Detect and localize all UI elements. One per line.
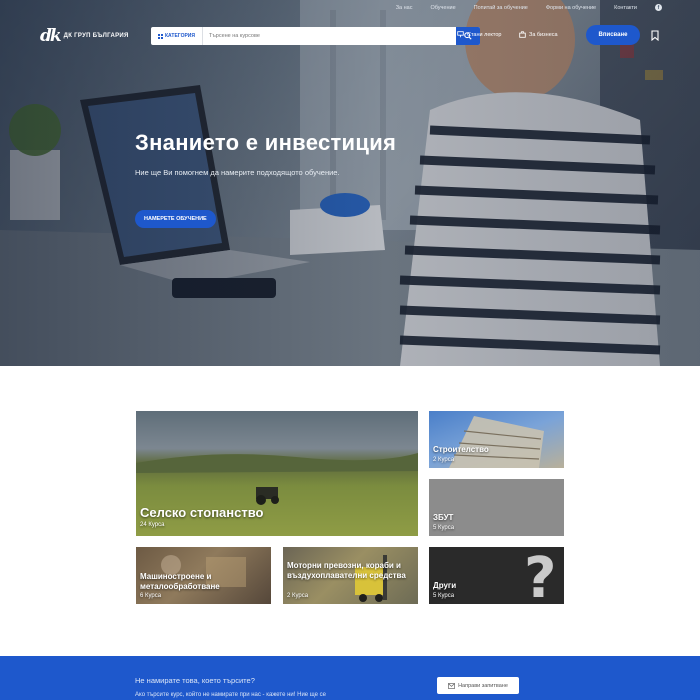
contact-question: Не намирате това, което търсите?: [135, 676, 255, 685]
category-course-count: 24 Курса: [140, 522, 165, 528]
hero-title: Знанието е инвестиция: [135, 130, 397, 155]
category-tile-machine-building[interactable]: Машиностроене и металообработване 6 Курс…: [136, 547, 271, 604]
category-title: Машиностроене и металообработване: [140, 572, 220, 591]
category-course-count: 2 Курса: [433, 457, 455, 463]
make-inquiry-label: Направи запитване: [458, 682, 508, 689]
for-business-label: За бизнеса: [529, 31, 558, 38]
category-title: Строителство: [433, 445, 489, 454]
category-tile-construction[interactable]: Строителство 2 Курса: [429, 411, 564, 468]
topbar-link-about[interactable]: За нас: [396, 5, 413, 11]
category-title: Други: [433, 581, 457, 590]
topbar-link-ask-training[interactable]: Попитай за обучение: [474, 5, 528, 11]
top-utility-bar: За нас Обучение Попитай за обучение Форм…: [396, 4, 662, 11]
presentation-icon: [457, 31, 464, 38]
hero-subtitle: Ние ще Ви помогнем да намерите подходящо…: [135, 168, 340, 177]
main-navbar: dk ДК ГРУП БЪЛГАРИЯ КАТЕГОРИЯ Стани лект…: [40, 25, 660, 46]
hero-overlay: [0, 0, 700, 366]
logo-mark: dk: [40, 25, 62, 46]
category-label: КАТЕГОРИЯ: [165, 33, 195, 39]
become-teacher-link[interactable]: Стани лектор: [457, 31, 501, 38]
logo-text: ДК ГРУП БЪЛГАРИЯ: [63, 33, 129, 39]
category-course-count: 2 Курса: [287, 593, 309, 599]
become-teacher-label: Стани лектор: [467, 31, 502, 38]
contact-band: Не намирате това, което търсите? Ако тър…: [0, 656, 700, 700]
category-tile-agriculture[interactable]: Селско стопанство 24 Курса: [136, 411, 418, 536]
topbar-link-contacts[interactable]: Контакти: [614, 5, 637, 11]
category-tile-motor-vehicles[interactable]: Моторни превозни, кораби и въздухоплават…: [283, 547, 418, 604]
briefcase-icon: [519, 31, 526, 38]
category-dropdown[interactable]: КАТЕГОРИЯ: [151, 27, 203, 45]
facebook-icon[interactable]: f: [655, 4, 662, 11]
grid-icon: [158, 33, 163, 39]
for-business-link[interactable]: За бизнеса: [519, 31, 558, 38]
topbar-link-training[interactable]: Обучение: [430, 5, 455, 11]
category-tile-other[interactable]: ? Други 5 Курса: [429, 547, 564, 604]
site-logo[interactable]: dk ДК ГРУП БЪЛГАРИЯ: [40, 25, 129, 46]
category-title: Селско стопанство: [140, 505, 264, 520]
find-training-button[interactable]: НАМЕРЕТЕ ОБУЧЕНИЕ: [135, 210, 216, 228]
category-course-count: 5 Курса: [433, 525, 455, 531]
make-inquiry-button[interactable]: Направи запитване: [437, 677, 519, 694]
topbar-link-training-forms[interactable]: Форми на обучение: [546, 5, 596, 11]
contact-text: Ако търсите курс, който не намирате при …: [135, 692, 327, 698]
category-tile-zbut[interactable]: ЗБУТ 5 Курса: [429, 479, 564, 536]
category-title: ЗБУТ: [433, 513, 454, 522]
search-bar: КАТЕГОРИЯ: [151, 27, 480, 45]
category-course-count: 5 Курса: [433, 593, 455, 599]
signup-button[interactable]: Вписване: [586, 25, 640, 45]
category-title: Моторни превозни, кораби и въздухоплават…: [287, 561, 406, 580]
search-input[interactable]: [202, 33, 456, 39]
category-course-count: 6 Курса: [140, 593, 162, 599]
bookmark-icon: [651, 30, 659, 42]
bookmark-button[interactable]: [651, 28, 659, 46]
message-icon: [448, 682, 456, 689]
hero-section: За нас Обучение Попитай за обучение Форм…: [0, 0, 700, 366]
svg-text:?: ?: [524, 547, 556, 604]
